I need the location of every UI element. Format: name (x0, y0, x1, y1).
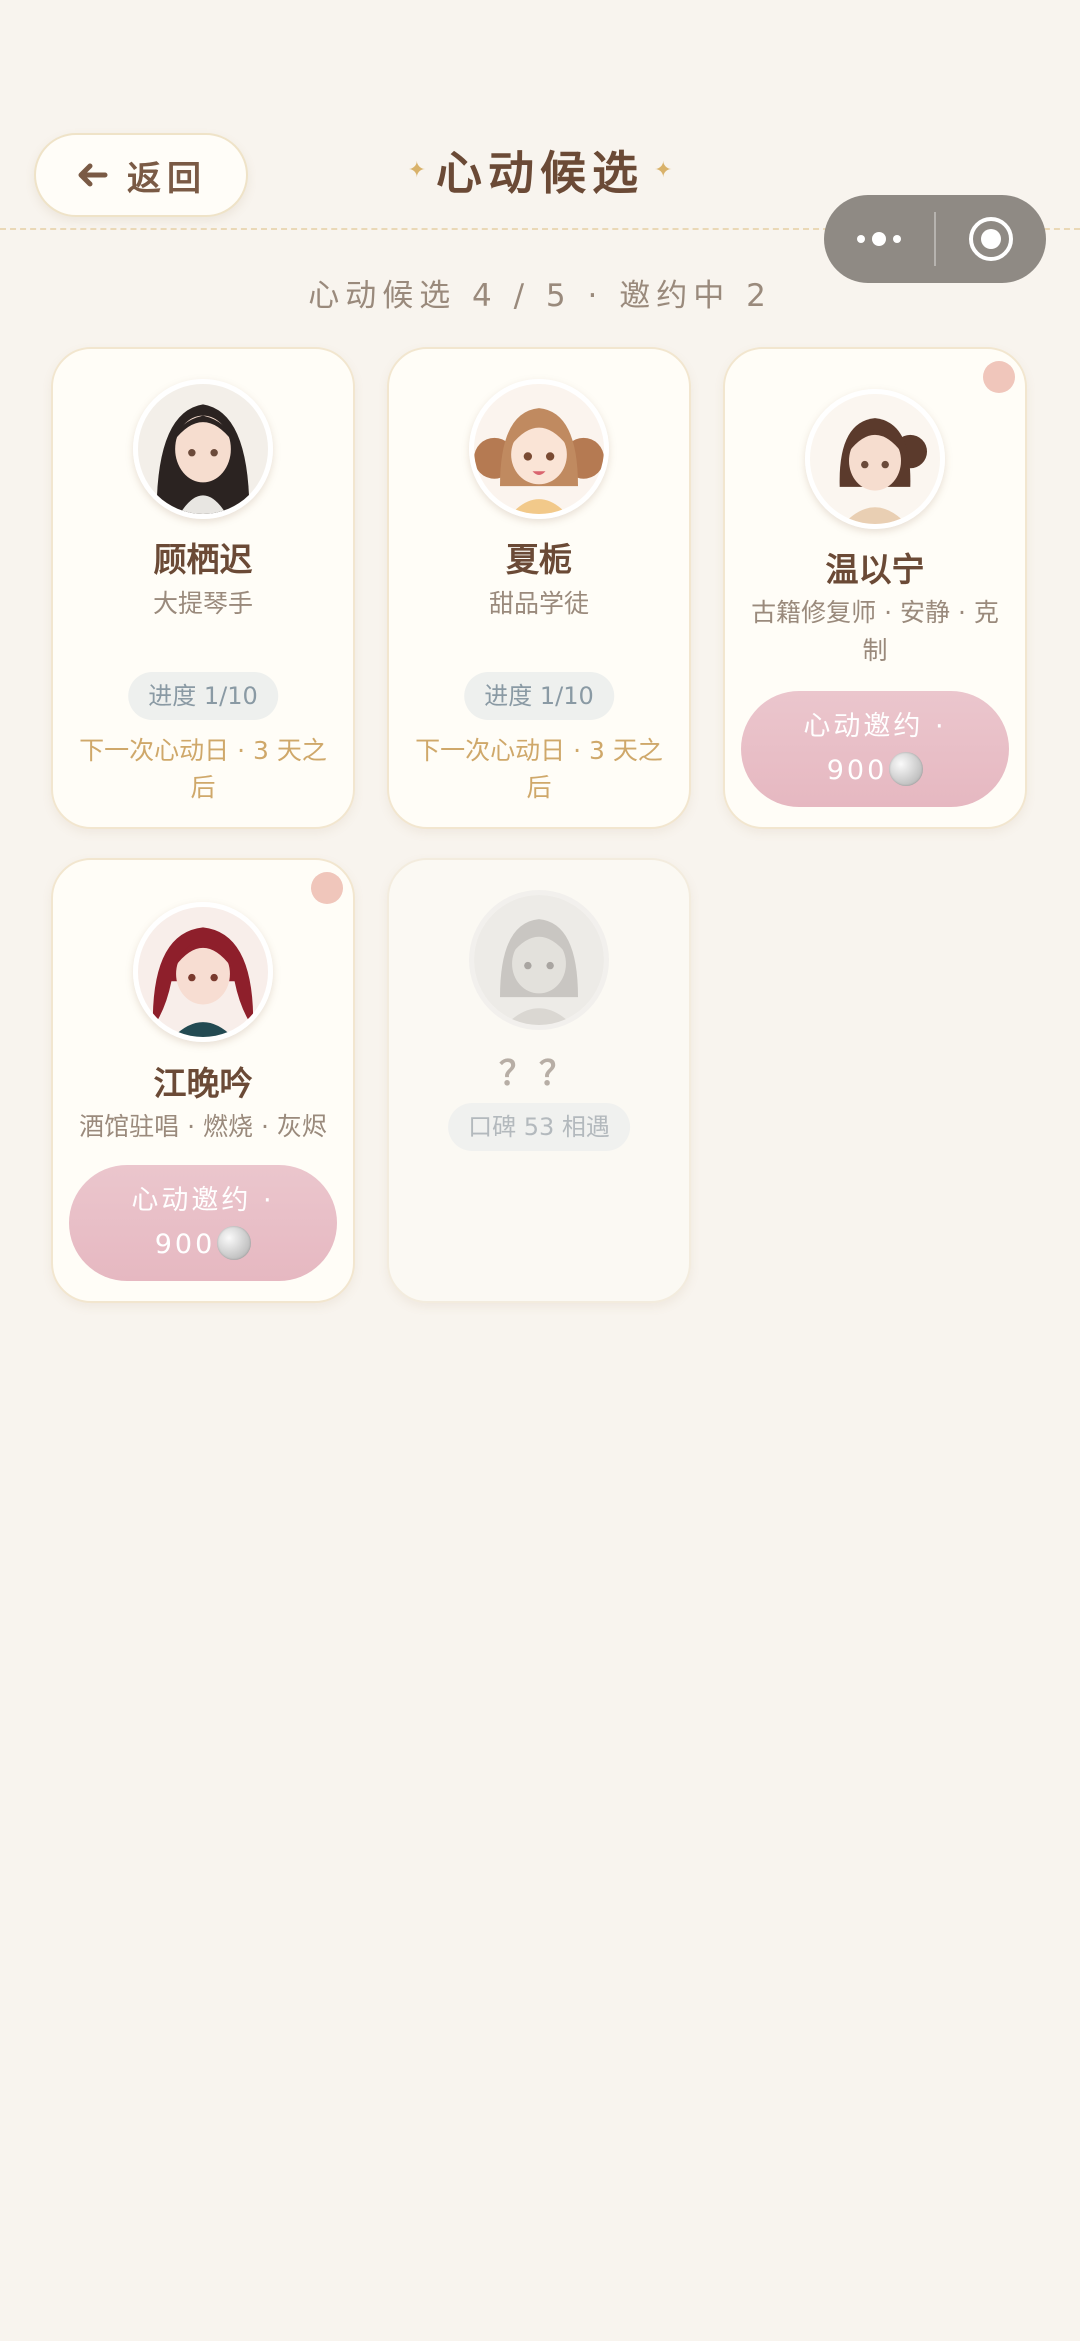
progress-badge: 进度 1/10 (128, 672, 278, 720)
character-card[interactable]: 温以宁 古籍修复师 · 安静 · 克制 心动邀约 · 900 (723, 347, 1027, 829)
avatar (133, 902, 273, 1042)
avatar (133, 379, 273, 519)
unknown-name: ？？ (499, 1054, 579, 1094)
character-card[interactable]: 江晚吟 酒馆驻唱 · 燃烧 · 灰烬 心动邀约 · 900 (51, 858, 355, 1303)
new-indicator-dot (983, 361, 1015, 393)
coin-icon (217, 1225, 252, 1260)
next-date-text: 下一次心动日 · 3 天之后 (415, 736, 663, 802)
invite-button[interactable]: 心动邀约 · 900 (741, 691, 1009, 807)
back-button[interactable]: 返回 (34, 133, 248, 217)
arrow-left-icon (78, 163, 108, 187)
coin-icon (889, 751, 924, 786)
price-value: 900 (154, 1229, 216, 1260)
character-card[interactable]: 夏栀 甜品学徒 进度 1/10 下一次心动日 · 3 天之后 (387, 347, 691, 829)
character-role: 古籍修复师 · 安静 · 克制 (751, 598, 999, 665)
avatar (805, 389, 945, 529)
character-name: 夏栀 (506, 540, 572, 579)
invite-label: 心动邀约 · (131, 1185, 275, 1216)
more-dots-icon (857, 232, 901, 246)
price-value: 900 (826, 755, 888, 786)
character-role: 酒馆驻唱 · 燃烧 · 灰烬 (79, 1112, 327, 1141)
target-circle-icon (969, 217, 1013, 261)
character-name: 温以宁 (825, 550, 925, 589)
back-label: 返回 (127, 158, 207, 199)
character-name: 江晚吟 (153, 1064, 253, 1103)
invite-price: 900 (741, 749, 1009, 793)
character-name: 顾栖迟 (153, 540, 253, 579)
page-title: 心动候选 (436, 146, 644, 200)
character-role: 甜品学徒 (488, 589, 589, 618)
character-role: 大提琴手 (152, 589, 253, 618)
title-bar: ✦ 心动候选 ✦ (300, 135, 780, 205)
new-indicator-dot (311, 872, 343, 904)
locked-avatar (469, 890, 609, 1030)
next-date-text: 下一次心动日 · 3 天之后 (79, 736, 327, 802)
progress-badge: 进度 1/10 (464, 672, 614, 720)
locked-character-card[interactable]: ？？ 口碑 53 相遇 (387, 858, 691, 1303)
invite-button[interactable]: 心动邀约 · 900 (69, 1165, 337, 1281)
invite-price: 900 (69, 1223, 337, 1267)
sparkle-icon: ✦ (407, 157, 426, 183)
avatar (469, 379, 609, 519)
invite-label: 心动邀约 · (803, 711, 947, 742)
sparkle-icon: ✦ (654, 157, 673, 183)
candidate-summary: 心动候选 4 / 5 · 邀约中 2 (308, 278, 772, 314)
character-card[interactable]: 顾栖迟 大提琴手 进度 1/10 下一次心动日 · 3 天之后 (51, 347, 355, 829)
reputation-badge: 口碑 53 相遇 (448, 1103, 630, 1151)
